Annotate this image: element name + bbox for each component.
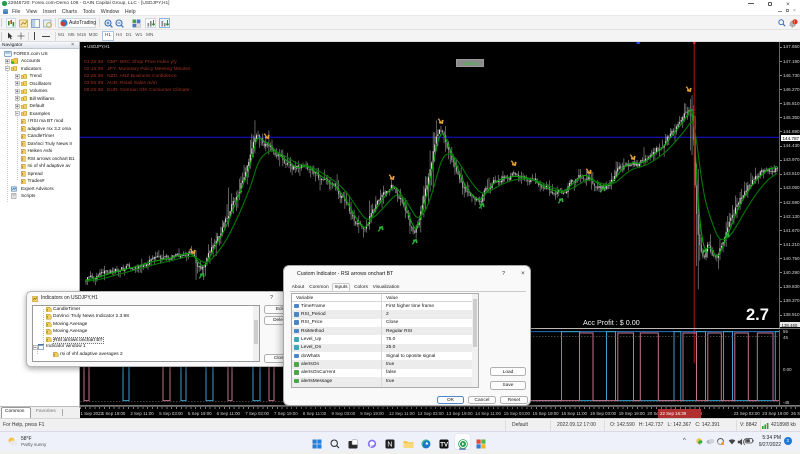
svg-text:f: f	[22, 180, 23, 184]
svg-text:f: f	[47, 338, 48, 342]
svg-text:f: f	[22, 150, 23, 154]
svg-text:f: f	[47, 308, 48, 312]
svg-text:f: f	[22, 142, 23, 146]
svg-text:f: f	[13, 67, 14, 71]
svg-text:f: f	[23, 90, 24, 94]
svg-text:f: f	[47, 323, 48, 327]
svg-text:f: f	[22, 172, 23, 176]
svg-text:f: f	[23, 105, 24, 109]
svg-text:TV: TV	[441, 442, 449, 448]
svg-text:N: N	[387, 442, 392, 449]
svg-text:f: f	[22, 120, 23, 124]
svg-text:f: f	[22, 165, 23, 169]
svg-text:f: f	[23, 97, 24, 101]
svg-text:f: f	[23, 75, 24, 79]
svg-text:f: f	[22, 157, 23, 161]
svg-text:f: f	[22, 127, 23, 131]
svg-text:f: f	[54, 353, 55, 357]
svg-text:f: f	[47, 315, 48, 319]
svg-text:f: f	[23, 112, 24, 116]
svg-text:f: f	[22, 135, 23, 139]
svg-text:f: f	[47, 330, 48, 334]
svg-text:f: f	[23, 82, 24, 86]
